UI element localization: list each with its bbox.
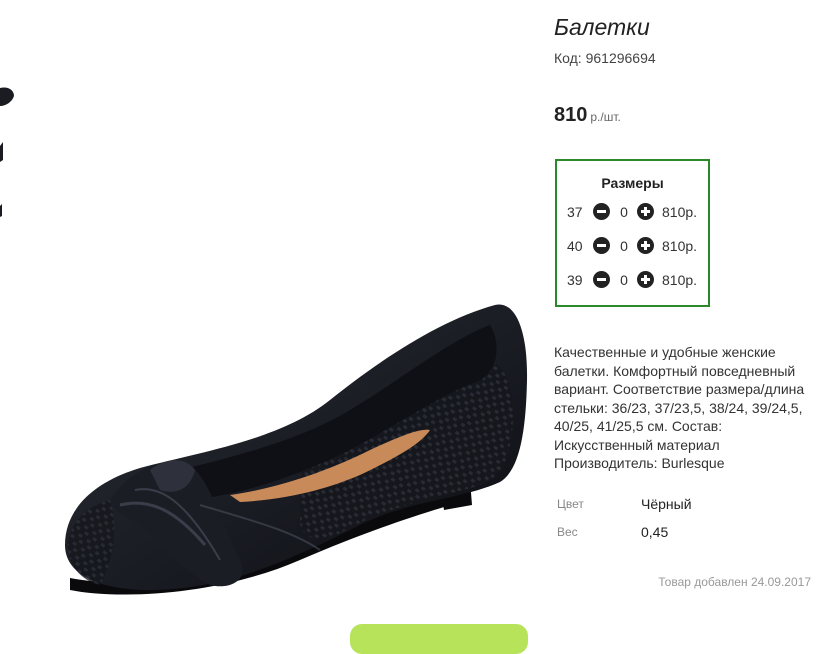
added-date: Товар добавлен 24.09.2017	[658, 575, 811, 589]
product-title: Балетки	[554, 14, 650, 40]
product-code: Код: 961296694	[554, 50, 656, 66]
size-row: 39 0 810р.	[557, 270, 708, 290]
product-code-label: Код:	[554, 50, 582, 66]
description-line: Искусственный материал	[554, 436, 720, 453]
size-quantity: 0	[620, 238, 628, 254]
description-line: Производитель: Burlesque	[554, 455, 725, 471]
size-quantity: 0	[620, 204, 628, 220]
product-price: 810 р./шт.	[554, 104, 621, 127]
size-label: 37	[567, 204, 583, 220]
size-price: 810р.	[662, 204, 698, 220]
product-code-value: 961296694	[585, 50, 656, 66]
price-unit: р./шт.	[590, 110, 621, 124]
minus-circle-icon[interactable]	[593, 271, 610, 288]
size-label: 40	[567, 238, 583, 254]
size-row: 40 0 810р.	[557, 236, 708, 256]
product-image[interactable]	[0, 0, 545, 635]
product-description: Качественные и удобные женские балетки. …	[554, 343, 816, 473]
property-value-color: Чёрный	[641, 496, 692, 512]
description-line: стельки: 36/23, 37/23,5, 38/24, 39/24,5,	[554, 399, 803, 416]
property-value-weight: 0,45	[641, 524, 669, 540]
description-line: балетки. Комфортный повседневный	[554, 362, 796, 379]
thumbnail-edge[interactable]	[0, 80, 16, 220]
plus-circle-icon[interactable]	[637, 203, 654, 220]
plus-circle-icon[interactable]	[637, 271, 654, 288]
size-quantity: 0	[620, 272, 628, 288]
property-label-color: Цвет	[557, 497, 584, 511]
add-to-cart-button[interactable]	[350, 624, 528, 654]
size-label: 39	[567, 272, 583, 288]
size-price: 810р.	[662, 272, 698, 288]
description-line: Качественные и удобные женские	[554, 344, 776, 360]
size-row: 37 0 810р.	[557, 202, 708, 222]
sizes-panel: Размеры 37 0 810р. 40 0 810р. 39 0 810р.	[555, 159, 710, 307]
property-label-weight: Вес	[557, 525, 578, 539]
minus-circle-icon[interactable]	[593, 203, 610, 220]
description-line: вариант. Соответствие размера/длина	[554, 381, 805, 397]
size-price: 810р.	[662, 238, 698, 254]
sizes-title: Размеры	[601, 175, 664, 191]
price-value: 810	[554, 104, 588, 126]
description-line: 40/25, 41/25,5 см. Состав:	[554, 418, 723, 434]
plus-circle-icon[interactable]	[637, 237, 654, 254]
minus-circle-icon[interactable]	[593, 237, 610, 254]
